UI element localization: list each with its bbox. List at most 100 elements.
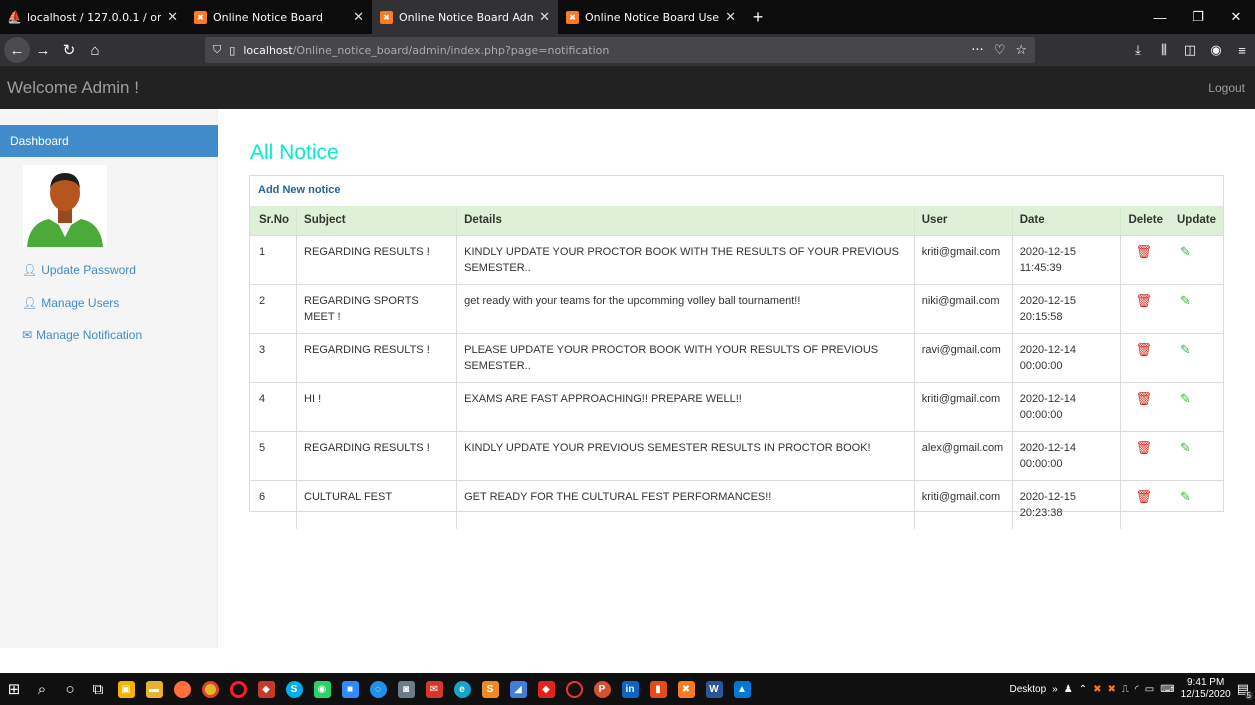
trash-icon[interactable]: 🗑︎ xyxy=(1135,342,1152,358)
file-explorer-icon[interactable]: ▬ xyxy=(140,673,168,705)
anydesk-icon[interactable]: ◆ xyxy=(532,673,560,705)
forward-button[interactable]: → xyxy=(30,42,56,59)
cell-srno: 1 xyxy=(250,234,297,284)
pocket-icon[interactable]: ♡ xyxy=(994,43,1006,58)
powerpoint-icon[interactable]: P xyxy=(588,673,616,705)
cortana-icon[interactable]: ○ xyxy=(56,673,84,705)
mail-icon[interactable]: ✉ xyxy=(420,673,448,705)
sidebar-item-label: Update Password xyxy=(41,263,136,277)
usb-icon[interactable]: ⎍ xyxy=(1122,684,1129,695)
notice-table: Sr.No Subject Details User Date Delete U… xyxy=(250,206,1223,529)
sublime-icon[interactable]: S xyxy=(476,673,504,705)
xampp-tray-icon[interactable]: ✖ xyxy=(1107,684,1115,695)
more-actions-icon[interactable]: ··· xyxy=(971,43,983,58)
trash-icon[interactable]: 🗑︎ xyxy=(1135,293,1152,309)
xampp-tray-icon[interactable]: ✖ xyxy=(1093,684,1101,695)
signal-icon[interactable]: ◌ xyxy=(364,673,392,705)
cell-details: KINDLY UPDATE YOUR PREVIOUS SEMESTER RES… xyxy=(456,430,915,480)
whatsapp-icon[interactable]: ◉ xyxy=(308,673,336,705)
cell-subject: REGARDING RESULTS ! xyxy=(296,430,457,480)
close-icon[interactable]: ✕ xyxy=(353,10,364,25)
camera-icon[interactable]: ◙ xyxy=(392,673,420,705)
desktop-toolbar-label[interactable]: Desktop xyxy=(1009,684,1046,695)
battery-icon[interactable]: ▭ xyxy=(1145,684,1154,695)
photos-icon[interactable]: ▲ xyxy=(728,673,756,705)
clock[interactable]: 9:41 PM 12/15/2020 xyxy=(1181,677,1231,701)
recorder-icon[interactable] xyxy=(560,673,588,705)
task-view-icon[interactable]: ⧉ xyxy=(84,673,112,705)
trash-icon[interactable]: 🗑︎ xyxy=(1135,244,1152,260)
app-icon[interactable]: ◆ xyxy=(252,673,280,705)
browser-tab-phpmyadmin[interactable]: ⛵ localhost / 127.0.0.1 / online_no ✕ xyxy=(0,0,186,34)
edit-icon[interactable]: ✎ xyxy=(1180,489,1191,505)
add-new-notice-link[interactable]: Add New notice xyxy=(258,184,341,196)
back-button[interactable]: ← xyxy=(4,37,30,63)
home-icon[interactable]: ⌂ xyxy=(82,42,108,59)
browser-tab-notice-board[interactable]: ✖ Online Notice Board ✕ xyxy=(186,0,372,34)
chrome-icon[interactable] xyxy=(196,673,224,705)
xampp-icon[interactable]: ✖ xyxy=(672,673,700,705)
minimize-icon[interactable]: — xyxy=(1141,10,1179,25)
word-icon[interactable]: W xyxy=(700,673,728,705)
restore-icon[interactable]: ❐ xyxy=(1179,9,1217,25)
close-icon[interactable]: ✕ xyxy=(539,10,550,25)
close-icon[interactable]: ✕ xyxy=(167,10,178,25)
shield-icon[interactable]: ⛉ xyxy=(213,43,221,57)
linkedin-icon[interactable]: in xyxy=(616,673,644,705)
search-icon[interactable]: ⌕ xyxy=(28,673,56,705)
toolbar-right: ⤓ ⫼ ◫ ◉ ≡ xyxy=(1125,34,1255,66)
windows-start-icon[interactable]: ⊞ xyxy=(0,673,28,705)
cell-srno: 3 xyxy=(250,332,297,382)
edit-icon[interactable]: ✎ xyxy=(1180,342,1191,358)
new-tab-button[interactable]: + xyxy=(744,0,772,34)
trash-icon[interactable]: 🗑︎ xyxy=(1135,440,1152,456)
sidebar-item-dashboard[interactable]: Dashboard xyxy=(0,125,218,157)
chevron-right-icon[interactable]: » xyxy=(1052,684,1058,695)
sidebar-item-manage-users[interactable]: 👤︎ Manage Users xyxy=(22,296,119,310)
wifi-icon[interactable]: ◜ xyxy=(1135,684,1139,695)
url-bar[interactable]: ⛉ ▯ localhost/Online_notice_board/admin/… xyxy=(205,37,1035,63)
bookmark-star-icon[interactable]: ☆ xyxy=(1015,43,1027,58)
close-window-icon[interactable]: ✕ xyxy=(1217,9,1255,25)
close-icon[interactable]: ✕ xyxy=(725,10,736,25)
reload-button[interactable]: ↻ xyxy=(56,41,82,59)
sidebar-item-label: Manage Users xyxy=(41,296,120,310)
zoom-icon[interactable]: ■ xyxy=(336,673,364,705)
trash-icon[interactable]: 🗑︎ xyxy=(1135,391,1152,407)
store-icon[interactable]: ▣ xyxy=(112,673,140,705)
edit-icon[interactable]: ✎ xyxy=(1180,391,1191,407)
notification-icon[interactable]: ▤ 5 xyxy=(1237,681,1253,700)
opera-icon[interactable] xyxy=(224,673,252,705)
edit-icon[interactable]: ✎ xyxy=(1180,244,1191,260)
sidebar-item-manage-notification[interactable]: ✉ Manage Notification xyxy=(22,328,142,342)
office-icon[interactable]: ▮ xyxy=(644,673,672,705)
browser-tab-user-dashboard[interactable]: ✖ Online Notice Board User Dash ✕ xyxy=(558,0,744,34)
edge-icon[interactable]: e xyxy=(448,673,476,705)
cell-details: get ready with your teams for the upcomm… xyxy=(456,283,915,333)
firefox-icon[interactable] xyxy=(168,673,196,705)
edit-icon[interactable]: ✎ xyxy=(1180,293,1191,309)
clock-date: 12/15/2020 xyxy=(1180,689,1231,700)
column-header-date: Date xyxy=(1011,206,1121,235)
brand-title[interactable]: Welcome Admin ! xyxy=(7,78,139,98)
edit-icon[interactable]: ✎ xyxy=(1180,440,1191,456)
logout-link[interactable]: Logout xyxy=(1208,81,1245,95)
menu-icon[interactable]: ≡ xyxy=(1229,43,1255,58)
url-host: localhost xyxy=(243,43,293,57)
library-icon[interactable]: ⫼ xyxy=(1151,42,1177,58)
cell-delete: 🗑︎ xyxy=(1120,332,1170,382)
keyboard-icon[interactable]: ⌨ xyxy=(1160,684,1174,695)
cell-details: GET READY FOR THE CULTURAL FEST PERFORMA… xyxy=(456,479,915,529)
download-icon[interactable]: ⤓ xyxy=(1125,42,1151,58)
people-icon[interactable]: ♟ xyxy=(1064,684,1073,695)
trash-icon[interactable]: 🗑︎ xyxy=(1135,489,1152,505)
account-icon[interactable]: ◉ xyxy=(1203,42,1229,58)
browser-tab-admin-dashboard[interactable]: ✖ Online Notice Board Admin Da ✕ xyxy=(372,0,558,34)
column-header-update: Update xyxy=(1176,214,1216,227)
sidebar-item-update-password[interactable]: 👤︎ Update Password xyxy=(22,263,136,277)
skype-icon[interactable]: S xyxy=(280,673,308,705)
app-icon[interactable]: ◢ xyxy=(504,673,532,705)
sidebar-toggle-icon[interactable]: ◫ xyxy=(1177,42,1203,58)
cell-user: niki@gmail.com xyxy=(913,283,1013,333)
chevron-up-icon[interactable]: ⌃ xyxy=(1079,684,1087,695)
